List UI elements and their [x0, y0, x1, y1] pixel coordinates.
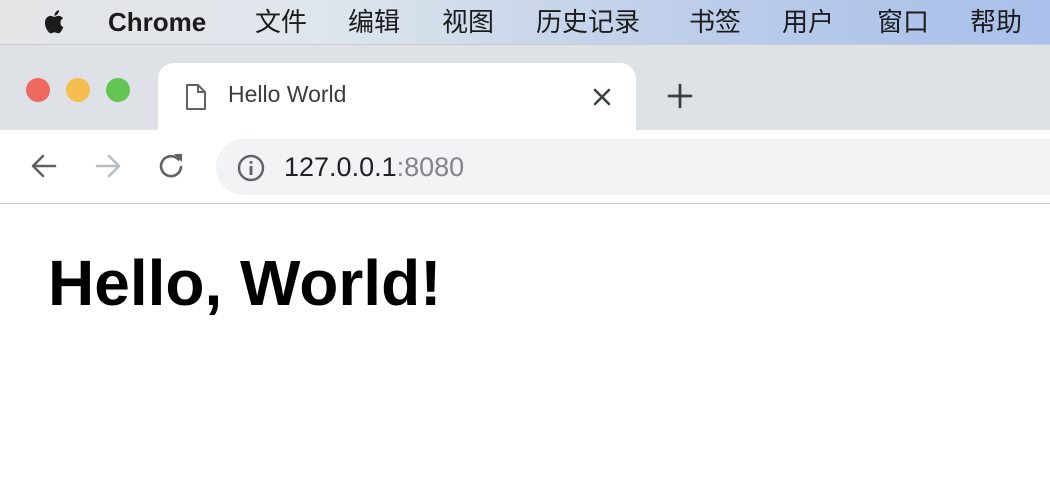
address-bar[interactable]: 127.0.0.1:8080: [216, 139, 1050, 195]
url-host: 127.0.0.1: [284, 152, 397, 182]
info-icon[interactable]: [236, 153, 266, 188]
reload-icon[interactable]: [156, 150, 188, 187]
forward-arrow-icon[interactable]: [92, 150, 124, 187]
back-arrow-icon[interactable]: [28, 150, 60, 187]
page-content: Hello, World!: [0, 204, 1050, 478]
window-close-button[interactable]: [26, 78, 50, 102]
tab-title: Hello World: [228, 81, 347, 107]
menu-file[interactable]: 文件: [255, 5, 307, 39]
menu-view[interactable]: 视图: [442, 5, 494, 39]
document-icon: [184, 83, 208, 116]
menu-help[interactable]: 帮助: [970, 5, 1022, 39]
menu-app-name[interactable]: Chrome: [108, 5, 206, 39]
plus-icon[interactable]: [666, 82, 694, 115]
window-minimize-button[interactable]: [66, 78, 90, 102]
url-text: 127.0.0.1:8080: [284, 152, 464, 182]
macos-menu-bar: Chrome 文件 编辑 视图 历史记录 书签 用户 窗口 帮助: [0, 0, 1050, 44]
tab-hello-world[interactable]: Hello World: [158, 63, 636, 131]
window-zoom-button[interactable]: [106, 78, 130, 102]
tab-strip: Hello World: [0, 44, 1050, 131]
menu-people[interactable]: 用户: [782, 5, 834, 39]
close-icon[interactable]: [592, 87, 612, 112]
browser-toolbar: 127.0.0.1:8080: [0, 130, 1050, 204]
menu-edit[interactable]: 编辑: [348, 5, 400, 39]
menu-bookmarks[interactable]: 书签: [689, 5, 741, 39]
page-heading: Hello, World!: [48, 247, 442, 319]
menu-window[interactable]: 窗口: [877, 5, 929, 39]
url-port: :8080: [396, 152, 465, 182]
apple-logo-icon[interactable]: [40, 7, 70, 37]
menu-history[interactable]: 历史记录: [536, 5, 640, 39]
